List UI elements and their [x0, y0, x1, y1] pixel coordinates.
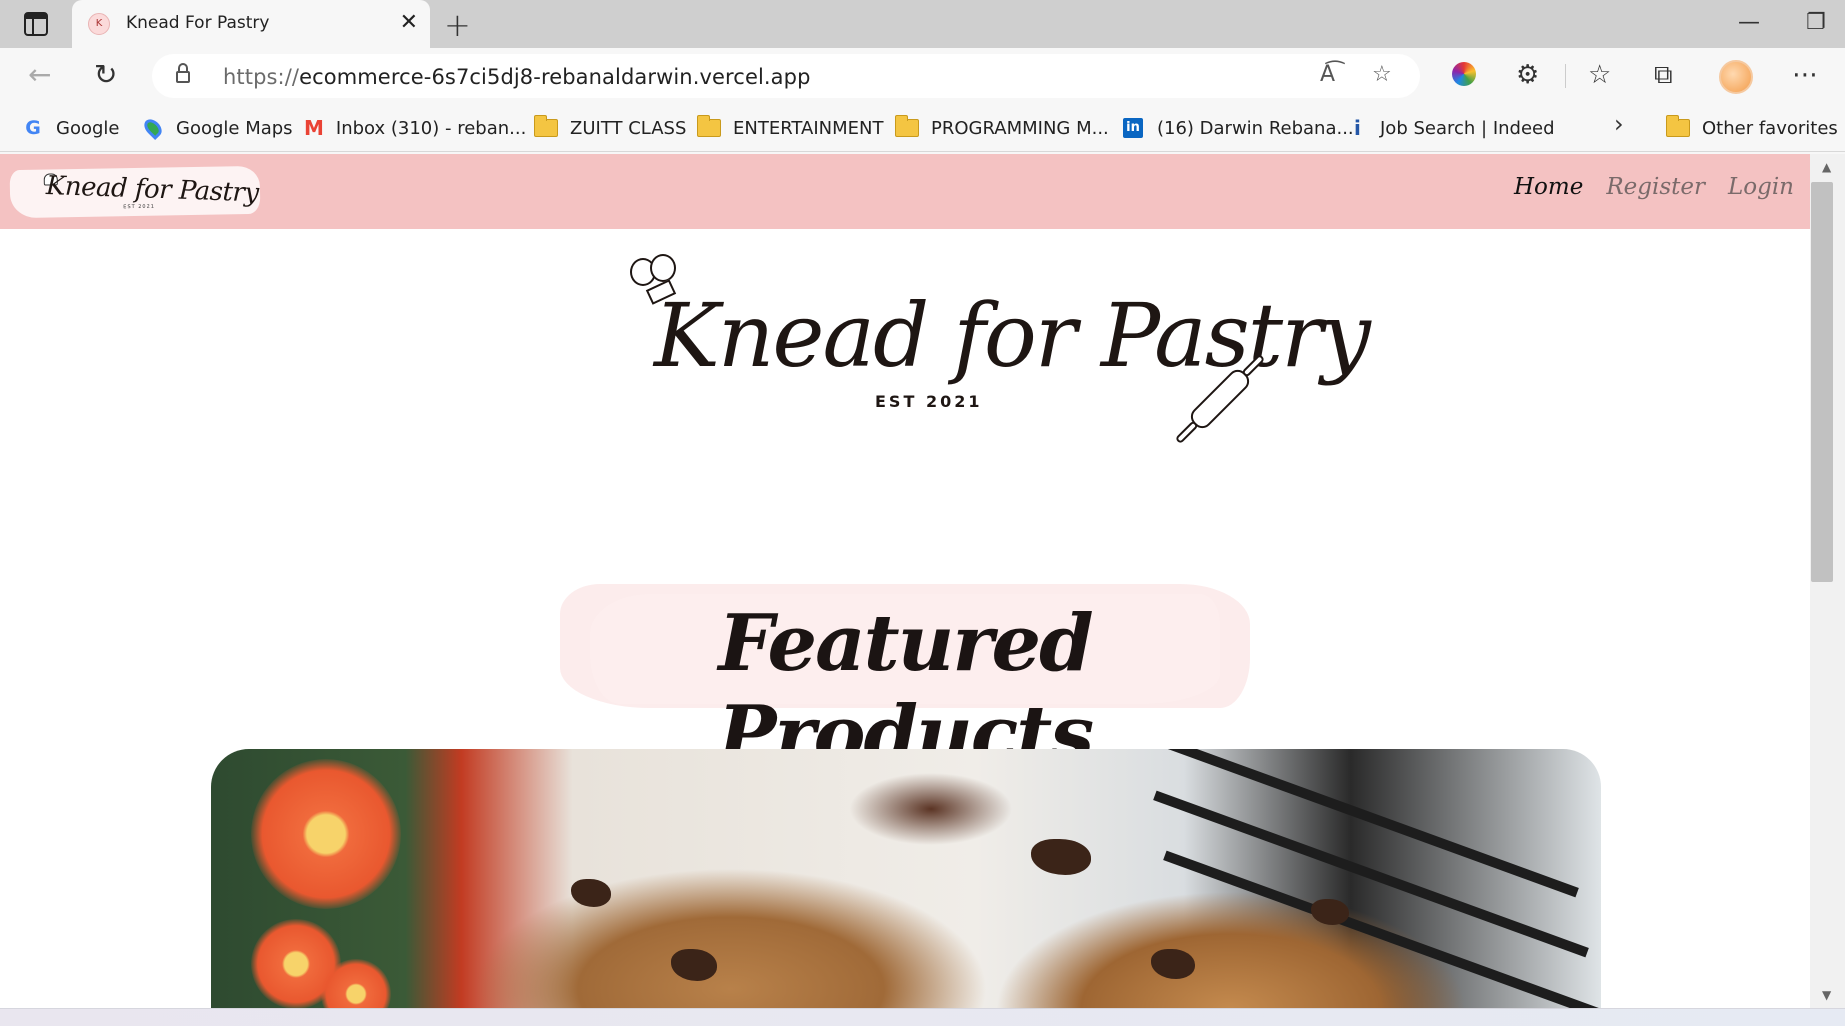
tab-favicon-icon: K: [88, 13, 110, 35]
favorite-label: Inbox (310) - reban...: [335, 117, 527, 139]
hero-subtitle: EST 2021: [875, 392, 983, 411]
chocolate-chip: [1151, 949, 1195, 979]
favorites-bar: G Google Google Maps M Inbox (310) - reb…: [0, 104, 1845, 152]
linkedin-icon: in: [1123, 118, 1143, 138]
read-aloud-icon[interactable]: A͡: [1320, 62, 1335, 87]
favorite-label: (16) Darwin Rebana...: [1157, 117, 1354, 139]
nav-link-register[interactable]: Register: [1606, 174, 1705, 200]
gmail-icon: M: [304, 116, 324, 140]
nav-link-login[interactable]: Login: [1728, 174, 1794, 200]
favorite-label: Job Search | Indeed: [1380, 117, 1555, 139]
google-maps-icon: [140, 115, 166, 141]
site-navbar: Knead for Pastry EST 2021 Home Register …: [0, 154, 1810, 229]
favorite-other-favorites[interactable]: Other favorites: [1666, 114, 1838, 142]
more-options-icon[interactable]: ⋯: [1792, 60, 1818, 90]
tab-title: Knead For Pastry: [126, 13, 270, 33]
add-favorite-icon[interactable]: ☆: [1372, 62, 1392, 87]
favorite-label: Other favorites: [1702, 117, 1838, 139]
folder-icon: [534, 115, 558, 137]
featured-products-heading: Featured Products: [560, 584, 1250, 780]
indeed-icon: i: [1354, 116, 1361, 140]
folder-icon: [1666, 115, 1690, 137]
favorite-folder-zuitt-class[interactable]: ZUITT CLASS: [534, 114, 686, 142]
favorite-folder-entertainment[interactable]: ENTERTAINMENT: [697, 114, 883, 142]
refresh-icon[interactable]: ↻: [94, 58, 117, 91]
chocolate-chip: [571, 879, 611, 907]
minimize-icon[interactable]: —: [1738, 10, 1760, 35]
chocolate-chip: [1031, 839, 1091, 875]
favorite-google-maps[interactable]: Google Maps: [140, 114, 293, 142]
profile-avatar[interactable]: [1719, 60, 1753, 94]
new-tab-icon[interactable]: +: [444, 6, 471, 44]
favorite-google[interactable]: G Google: [22, 114, 119, 142]
hero-logo: Knead for Pastry EST 2021: [620, 254, 1371, 454]
favorite-label: Google: [56, 117, 120, 139]
favorite-label: ENTERTAINMENT: [733, 117, 884, 139]
extensions-icon[interactable]: ⚙: [1516, 60, 1539, 90]
navbar-links: Home Register Login: [1514, 174, 1794, 200]
folder-icon: [697, 115, 721, 137]
navbar-logo-subtitle: EST 2021: [123, 203, 156, 211]
taskbar-edge: [0, 1008, 1845, 1026]
toolbar-separator: [1565, 64, 1566, 88]
favorite-label: ZUITT CLASS: [570, 117, 687, 139]
address-bar[interactable]: https://ecommerce-6s7ci5dj8-rebanaldarwi…: [152, 54, 1420, 98]
chocolate-chip: [671, 949, 717, 981]
collections-icon[interactable]: ⧉: [1654, 60, 1673, 91]
address-bar-row: ← ↻ https://ecommerce-6s7ci5dj8-rebanald…: [0, 48, 1845, 104]
lock-icon[interactable]: [176, 63, 190, 83]
tab-knead-for-pastry[interactable]: K Knead For Pastry ✕: [72, 0, 430, 48]
navbar-logo[interactable]: Knead for Pastry EST 2021: [9, 165, 261, 219]
page-scrollbar[interactable]: ▲ ▼: [1810, 154, 1845, 1008]
favorite-indeed[interactable]: i Job Search | Indeed: [1354, 114, 1555, 142]
url-text[interactable]: https://ecommerce-6s7ci5dj8-rebanaldarwi…: [223, 65, 811, 89]
chevron-right-icon[interactable]: ›: [1614, 110, 1624, 138]
favorites-icon[interactable]: ☆: [1588, 60, 1611, 90]
chocolate-chip: [1311, 899, 1349, 925]
flower-decoration: [251, 759, 401, 909]
favorite-gmail-inbox[interactable]: M Inbox (310) - reban...: [304, 114, 526, 142]
favorite-folder-programming[interactable]: PROGRAMMING M...: [895, 114, 1109, 142]
scroll-up-icon[interactable]: ▲: [1822, 160, 1831, 174]
scrollbar-thumb[interactable]: [1811, 182, 1833, 582]
maximize-icon[interactable]: ❐: [1806, 10, 1826, 35]
page-viewport: Knead for Pastry EST 2021 Home Register …: [0, 154, 1810, 1008]
folder-icon: [895, 115, 919, 137]
favorite-label: PROGRAMMING M...: [931, 117, 1109, 139]
sidebar-toggle-icon[interactable]: [24, 12, 48, 36]
browser-chrome: K Knead For Pastry ✕ + — ❐ ← ↻ https://e…: [0, 0, 1845, 154]
favorite-linkedin[interactable]: in (16) Darwin Rebana...: [1123, 114, 1354, 142]
color-extension-icon[interactable]: [1452, 62, 1476, 86]
close-tab-icon[interactable]: ✕: [400, 10, 418, 35]
google-icon: G: [25, 117, 41, 139]
featured-product-image[interactable]: [211, 749, 1601, 1008]
nav-link-home[interactable]: Home: [1514, 174, 1583, 200]
favorite-label: Google Maps: [176, 117, 293, 139]
tab-strip: K Knead For Pastry ✕ + — ❐: [0, 0, 1845, 48]
scroll-down-icon[interactable]: ▼: [1822, 988, 1831, 1002]
back-arrow-icon[interactable]: ←: [28, 58, 51, 91]
